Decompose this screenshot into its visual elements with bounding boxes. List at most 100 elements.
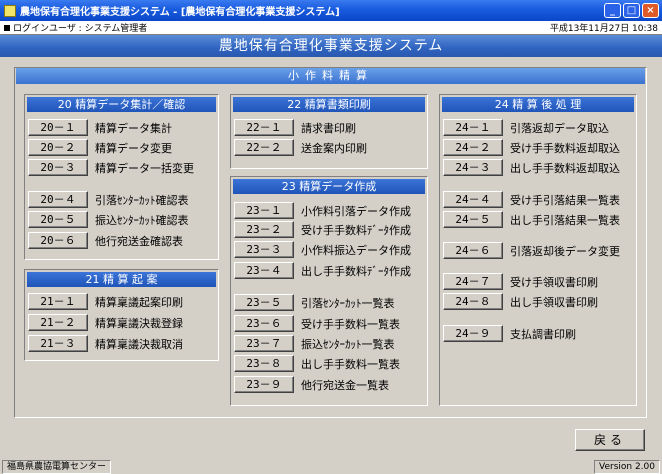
menu-row-23-6: 23－６ 受け手手数料一覧表 bbox=[234, 315, 400, 332]
menu-button-23-6[interactable]: 23－６ bbox=[234, 315, 294, 332]
menu-label-20-3: 精算データ一括変更 bbox=[95, 161, 194, 175]
section-header: 小作料精算 bbox=[16, 68, 645, 84]
menu-button-24-3[interactable]: 24－３ bbox=[443, 159, 503, 176]
login-user: ログインユーザ : システム管理者 bbox=[13, 24, 148, 34]
menu-button-22-2[interactable]: 22－２ bbox=[234, 139, 294, 156]
panel-24-title: 24 精 算 後 処 理 bbox=[442, 97, 634, 112]
menu-row-20-3: 20－３ 精算データ一括変更 bbox=[28, 159, 194, 176]
menu-label-24-5: 出し手引落結果一覧表 bbox=[510, 213, 620, 227]
menu-button-24-6[interactable]: 24－６ bbox=[443, 242, 503, 259]
menu-row-23-1: 23－１ 小作料引落データ作成 bbox=[234, 202, 411, 219]
menu-label-24-6: 引落返却後データ変更 bbox=[510, 244, 620, 258]
menu-row-23-4: 23－４ 出し手手数料ﾃﾞｰﾀ作成 bbox=[234, 262, 411, 279]
system-banner: 農地保有合理化事業支援システム bbox=[0, 35, 662, 57]
menu-button-20-3[interactable]: 20－３ bbox=[28, 159, 88, 176]
menu-row-20-4: 20－４ 引落ｾﾝﾀｰｶｯﾄ確認表 bbox=[28, 191, 189, 208]
menu-label-20-5: 振込ｾﾝﾀｰｶｯﾄ確認表 bbox=[95, 213, 189, 227]
status-org: 福島県農協電算センター bbox=[2, 460, 112, 474]
menu-row-23-8: 23－８ 出し手手数料一覧表 bbox=[234, 355, 400, 372]
menu-button-21-1[interactable]: 21－１ bbox=[28, 293, 88, 310]
menu-button-23-1[interactable]: 23－１ bbox=[234, 202, 294, 219]
menu-label-24-9: 支払調書印刷 bbox=[510, 327, 576, 341]
menu-button-20-5[interactable]: 20－５ bbox=[28, 211, 88, 228]
menu-label-20-6: 他行宛送金確認表 bbox=[95, 234, 183, 248]
menu-row-24-5: 24－５ 出し手引落結果一覧表 bbox=[443, 211, 620, 228]
menu-label-23-9: 他行宛送金一覧表 bbox=[301, 378, 389, 392]
menu-row-22-2: 22－２ 送金案内印刷 bbox=[234, 139, 367, 156]
menu-row-23-2: 23－２ 受け手手数料ﾃﾞｰﾀ作成 bbox=[234, 221, 411, 238]
menu-button-23-3[interactable]: 23－３ bbox=[234, 241, 294, 258]
menu-label-20-4: 引落ｾﾝﾀｰｶｯﾄ確認表 bbox=[95, 193, 189, 207]
status-bar: 福島県農協電算センター Version 2.00 bbox=[0, 460, 662, 474]
menu-label-23-2: 受け手手数料ﾃﾞｰﾀ作成 bbox=[301, 223, 411, 237]
panel-21-title: 21 精 算 起 案 bbox=[27, 272, 216, 287]
menu-button-24-9[interactable]: 24－９ bbox=[443, 325, 503, 342]
menu-button-20-2[interactable]: 20－２ bbox=[28, 139, 88, 156]
menu-row-24-2: 24－２ 受け手手数料返却取込 bbox=[443, 139, 620, 156]
menu-label-23-8: 出し手手数料一覧表 bbox=[301, 357, 400, 371]
menu-button-24-4[interactable]: 24－４ bbox=[443, 191, 503, 208]
maximize-button[interactable]: □ bbox=[623, 3, 640, 18]
menu-button-23-9[interactable]: 23－９ bbox=[234, 376, 294, 393]
square-icon bbox=[4, 24, 10, 31]
window-title: 農地保有合理化事業支援システム - [農地保有合理化事業支援システム] bbox=[20, 7, 340, 18]
minimize-button[interactable]: _ bbox=[604, 3, 621, 18]
menu-button-24-7[interactable]: 24－７ bbox=[443, 273, 503, 290]
menu-label-23-1: 小作料引落データ作成 bbox=[301, 204, 411, 218]
close-button[interactable]: × bbox=[642, 3, 659, 18]
menu-row-23-7: 23－７ 振込ｾﾝﾀｰｶｯﾄ一覧表 bbox=[234, 335, 395, 352]
menu-label-23-7: 振込ｾﾝﾀｰｶｯﾄ一覧表 bbox=[301, 337, 395, 351]
menu-label-21-2: 精算稟議決裁登録 bbox=[95, 316, 183, 330]
menu-row-21-2: 21－２ 精算稟議決裁登録 bbox=[28, 314, 183, 331]
menu-label-23-5: 引落ｾﾝﾀｰｶｯﾄ一覧表 bbox=[301, 296, 395, 310]
menu-label-24-8: 出し手領収書印刷 bbox=[510, 295, 598, 309]
menu-button-23-2[interactable]: 23－２ bbox=[234, 221, 294, 238]
menu-row-23-3: 23－３ 小作料振込データ作成 bbox=[234, 241, 411, 258]
menu-button-24-2[interactable]: 24－２ bbox=[443, 139, 503, 156]
menu-button-23-5[interactable]: 23－５ bbox=[234, 294, 294, 311]
menu-button-23-4[interactable]: 23－４ bbox=[234, 262, 294, 279]
menu-button-21-2[interactable]: 21－２ bbox=[28, 314, 88, 331]
menu-label-24-1: 引落返却データ取込 bbox=[510, 121, 609, 135]
menu-row-24-7: 24－７ 受け手領収書印刷 bbox=[443, 273, 598, 290]
menu-label-24-3: 出し手手数料返却取込 bbox=[510, 161, 620, 175]
menu-button-20-6[interactable]: 20－６ bbox=[28, 232, 88, 249]
menu-label-20-1: 精算データ集計 bbox=[95, 121, 172, 135]
menu-button-24-8[interactable]: 24－８ bbox=[443, 293, 503, 310]
menu-label-21-3: 精算稟議決裁取消 bbox=[95, 337, 183, 351]
menu-label-20-2: 精算データ変更 bbox=[95, 141, 172, 155]
menu-row-24-3: 24－３ 出し手手数料返却取込 bbox=[443, 159, 620, 176]
current-date: 平成13年11月27日 10:38 bbox=[549, 24, 658, 34]
menu-label-24-2: 受け手手数料返却取込 bbox=[510, 141, 620, 155]
menu-label-23-6: 受け手手数料一覧表 bbox=[301, 317, 400, 331]
menu-button-21-3[interactable]: 21－３ bbox=[28, 335, 88, 352]
menu-row-21-1: 21－１ 精算稟議起案印刷 bbox=[28, 293, 183, 310]
menu-label-24-7: 受け手領収書印刷 bbox=[510, 275, 598, 289]
menu-label-24-4: 受け手引落結果一覧表 bbox=[510, 193, 620, 207]
menu-row-20-2: 20－２ 精算データ変更 bbox=[28, 139, 172, 156]
panel-23-title: 23 精算データ作成 bbox=[233, 179, 425, 194]
menu-button-24-5[interactable]: 24－５ bbox=[443, 211, 503, 228]
menu-button-24-1[interactable]: 24－１ bbox=[443, 119, 503, 136]
window-titlebar: 農地保有合理化事業支援システム - [農地保有合理化事業支援システム] _ □ … bbox=[0, 0, 662, 21]
menu-label-23-4: 出し手手数料ﾃﾞｰﾀ作成 bbox=[301, 264, 411, 278]
menu-row-21-3: 21－３ 精算稟議決裁取消 bbox=[28, 335, 183, 352]
back-button[interactable]: 戻る bbox=[575, 429, 645, 451]
menu-label-22-2: 送金案内印刷 bbox=[301, 141, 367, 155]
app-icon bbox=[4, 4, 16, 17]
menu-row-24-8: 24－８ 出し手領収書印刷 bbox=[443, 293, 598, 310]
menu-button-23-7[interactable]: 23－７ bbox=[234, 335, 294, 352]
menu-row-24-9: 24－９ 支払調書印刷 bbox=[443, 325, 576, 342]
info-bar: ログインユーザ : システム管理者 平成13年11月27日 10:38 bbox=[0, 21, 662, 35]
menu-label-23-3: 小作料振込データ作成 bbox=[301, 243, 411, 257]
menu-button-22-1[interactable]: 22－１ bbox=[234, 119, 294, 136]
menu-label-21-1: 精算稟議起案印刷 bbox=[95, 295, 183, 309]
menu-row-23-9: 23－９ 他行宛送金一覧表 bbox=[234, 376, 389, 393]
menu-row-24-4: 24－４ 受け手引落結果一覧表 bbox=[443, 191, 620, 208]
menu-label-22-1: 請求書印刷 bbox=[301, 121, 356, 135]
menu-row-20-1: 20－１ 精算データ集計 bbox=[28, 119, 172, 136]
menu-button-20-4[interactable]: 20－４ bbox=[28, 191, 88, 208]
menu-button-20-1[interactable]: 20－１ bbox=[28, 119, 88, 136]
menu-row-20-6: 20－６ 他行宛送金確認表 bbox=[28, 232, 183, 249]
menu-button-23-8[interactable]: 23－８ bbox=[234, 355, 294, 372]
